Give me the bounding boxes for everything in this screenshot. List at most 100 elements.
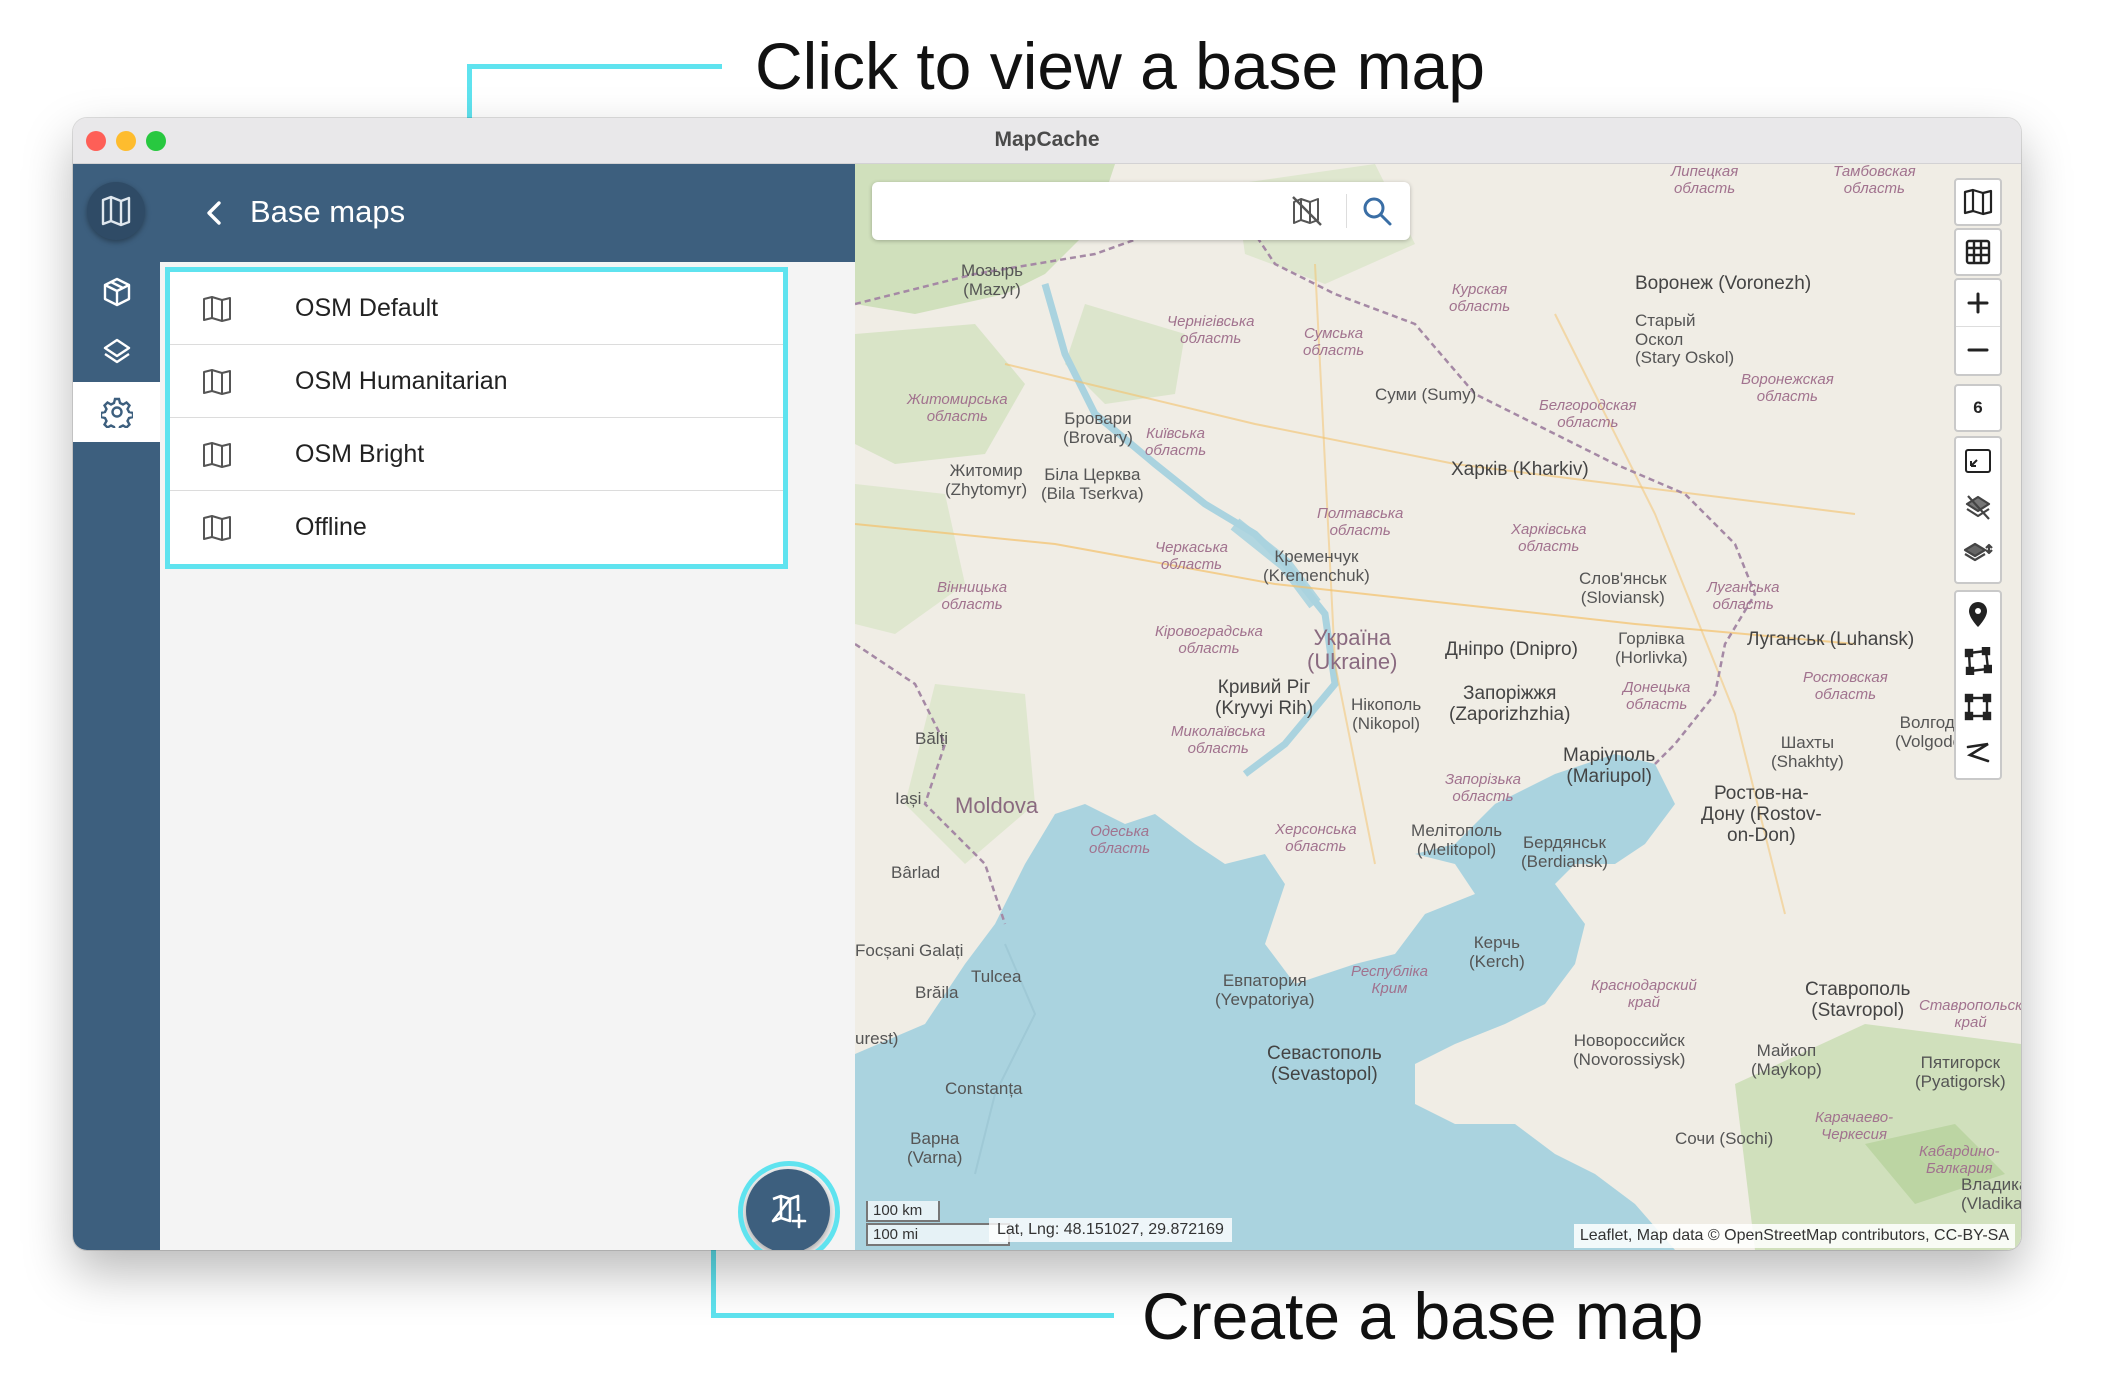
map-label: Ставрополь (Stavropol) [1805, 979, 1911, 1021]
create-base-map-button[interactable] [746, 1169, 830, 1250]
callout-line [467, 64, 722, 69]
map-label: Дніпро (Dnipro) [1445, 639, 1578, 660]
reorder-layers-button[interactable] [1956, 530, 2000, 576]
region-label: Житомирська область [907, 391, 1008, 425]
layers-icon [103, 338, 130, 364]
title-bar: MapCache [73, 118, 2021, 164]
zoom-in-button[interactable] [1956, 280, 2000, 326]
map-label: Focșani [855, 941, 915, 960]
map-label: Евпатория (Yevpatoriya) [1215, 971, 1315, 1009]
map-tiles [855, 164, 2021, 1250]
zoom-level-indicator: 6 [1954, 384, 2002, 432]
polygon-icon [1964, 647, 1992, 675]
base-map-item-offline[interactable]: Offline [170, 491, 783, 563]
region-label: Донецька область [1623, 679, 1691, 713]
map-label: Луганськ (Luhansk) [1747, 629, 1915, 650]
app-logo-icon[interactable] [87, 182, 145, 240]
base-map-item-osm-default[interactable]: OSM Default [170, 272, 783, 345]
map-view[interactable]: Мозырь (Mazyr) Воронеж (Voronezh) Старый… [855, 164, 2021, 1250]
grid-overlay-button[interactable] [1954, 228, 2002, 276]
map-label: Україна (Ukraine) [1307, 625, 1398, 675]
map-label: Варна (Varna) [907, 1129, 963, 1167]
map-label: Moldova [955, 793, 1039, 818]
region-label: Республіка Крим [1351, 963, 1428, 997]
map-icon [203, 296, 231, 322]
draw-tools-group [1954, 590, 2002, 780]
region-label: Краснодарский край [1591, 977, 1697, 1011]
map-label: Brăila [915, 983, 959, 1002]
base-map-item-osm-bright[interactable]: OSM Bright [170, 418, 783, 491]
rail-settings-button[interactable] [73, 382, 160, 442]
map-label: Galați [919, 941, 964, 960]
add-map-icon [771, 1194, 807, 1229]
draw-line-button[interactable] [1956, 730, 2000, 776]
zoom-control [1954, 278, 2002, 376]
clear-search-icon[interactable] [1290, 194, 1324, 228]
rail-layers-button[interactable] [73, 322, 160, 382]
map-label: Горлівка (Horlivka) [1615, 629, 1688, 667]
expand-icon [1965, 449, 1991, 473]
layers-off-icon [1965, 495, 1991, 520]
coordinates-readout: Lat, Lng: 48.151027, 29.872169 [989, 1218, 1232, 1242]
fit-extent-button[interactable] [1956, 438, 2000, 484]
zoom-out-button[interactable] [1956, 326, 2000, 373]
map-label: Кривий Ріг (Kryvyi Rih) [1215, 677, 1314, 719]
map-label: Біла Церква (Bila Tserkva) [1041, 465, 1144, 503]
region-label: Черкаська область [1155, 539, 1229, 573]
scale-km: 100 km [866, 1201, 940, 1222]
map-icon [1963, 188, 1993, 216]
base-map-item-osm-humanitarian[interactable]: OSM Humanitarian [170, 345, 783, 418]
base-map-label: Offline [295, 512, 367, 541]
map-label: Майкоп (Maykop) [1751, 1041, 1822, 1079]
map-label: Житомир (Zhytomyr) [945, 461, 1028, 499]
grid-icon [1965, 239, 1991, 265]
draw-point-button[interactable] [1956, 592, 2000, 638]
search-bar [872, 182, 1410, 240]
layers-sort-icon [1963, 542, 1993, 562]
marker-icon [1969, 602, 1987, 627]
map-label: Шахты (Shakhty) [1771, 733, 1844, 771]
map-label: Керчь (Kerch) [1469, 933, 1525, 971]
nav-rail [73, 164, 160, 1250]
base-map-toggle-button[interactable] [1954, 178, 2002, 226]
map-label: Маріуполь (Mariupol) [1563, 745, 1656, 787]
rail-projects-button[interactable] [73, 262, 160, 322]
region-label: Сумська область [1303, 325, 1365, 359]
panel-header: Base maps [160, 164, 855, 262]
back-button[interactable] [200, 198, 230, 228]
map-label: Constanța [945, 1079, 1023, 1098]
region-label: Ставропольск край [1919, 997, 2021, 1031]
map-label: Севастополь (Sevastopol) [1267, 1043, 1382, 1085]
map-icon [203, 369, 231, 395]
annotation-create-base-map: Create a base map [1142, 1279, 1704, 1353]
callout-line [711, 1313, 1114, 1318]
zoom-level-value: 6 [1973, 398, 1983, 417]
hide-layers-button[interactable] [1956, 484, 2000, 530]
region-label: Одеська область [1089, 823, 1151, 857]
draw-rectangle-button[interactable] [1956, 684, 2000, 730]
region-label: Белгородская область [1539, 397, 1637, 431]
polyline-icon [1966, 742, 1990, 763]
search-input[interactable] [886, 194, 1290, 228]
map-icon [203, 442, 231, 468]
draw-polygon-button[interactable] [1956, 638, 2000, 684]
map-tools-group [1954, 436, 2002, 584]
region-label: Харківська область [1511, 521, 1587, 555]
base-map-label: OSM Default [295, 293, 439, 322]
region-label: Ростовская область [1803, 669, 1888, 703]
map-label: Суми (Sumy) [1375, 385, 1477, 404]
region-label: Херсонська область [1275, 821, 1357, 855]
region-label: Київська область [1145, 425, 1207, 459]
gear-icon [100, 397, 133, 428]
region-label: Луганська область [1707, 579, 1780, 613]
search-icon[interactable] [1360, 194, 1394, 228]
map-label: Харків (Kharkiv) [1451, 459, 1589, 480]
map-label: Бердянськ (Berdiansk) [1521, 833, 1608, 871]
map-icon [203, 515, 231, 541]
map-attribution: Leaflet, Map data © OpenStreetMap contri… [1573, 1224, 2015, 1248]
cube-icon [103, 277, 130, 307]
map-label: Iași [895, 789, 922, 808]
map-label: Пятигорск (Pyatigorsk) [1915, 1053, 2006, 1091]
map-label: Слов'янськ (Sloviansk) [1579, 569, 1667, 607]
region-label: Кабардино- Балкария [1919, 1143, 2000, 1177]
